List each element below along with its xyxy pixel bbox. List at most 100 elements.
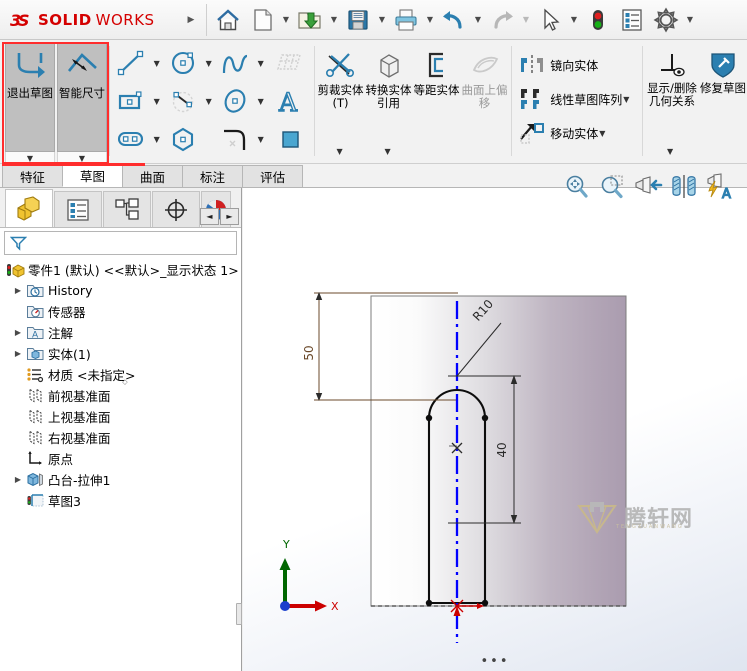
circle-tool-button[interactable] [164,45,202,81]
zoom-to-area-button[interactable] [597,172,627,202]
zoom-to-fit-button[interactable] [561,172,591,202]
section-view-button[interactable] [669,172,699,202]
print-dropdown[interactable]: ▼ [423,15,437,24]
spline-tool-dropdown[interactable]: ▼ [254,59,268,68]
tree-expand-arrow[interactable]: ▶ [11,349,25,358]
arc-tool-button[interactable] [164,83,202,119]
tree-item-front-plane[interactable]: 前视基准面 [3,385,241,406]
panel-tab-next-button[interactable]: ► [220,208,239,225]
linear-sketch-pattern-button[interactable]: 线性草图阵列 ▼ [517,82,636,116]
polygon-icon [172,127,193,152]
area-hatch-button[interactable] [268,121,312,157]
tree-item-sketch3[interactable]: 草图3 [3,490,241,511]
options-button[interactable]: ▼ [649,0,697,40]
undo-dropdown[interactable]: ▼ [471,15,485,24]
mirror-entities-button[interactable]: 镜向实体 [517,48,598,82]
spline-tool-button[interactable] [216,45,254,81]
exit-sketch-button[interactable]: 退出草图 ▼ [5,40,55,166]
ribbon-group-modify: 剪裁实体(T) 转换实体引用 等距实体 曲面上偏移 ▼ ▼ [317,40,509,164]
graphics-viewport[interactable]: 50 40 R10 Y X 腾轩网 TENGXUANWANG [243,188,747,671]
watermark-subtext: TENGXUANWANG [616,524,684,530]
boss-extrude-icon [25,471,46,489]
tree-item-solid-bodies[interactable]: ▶ 实体(1) [3,343,241,364]
panel-tab-prev-button[interactable]: ◄ [200,208,219,225]
redo-dropdown[interactable]: ▼ [519,15,533,24]
undo-button[interactable]: ▼ [437,0,485,40]
relations-flyout[interactable]: ▼ [667,147,673,156]
tree-item-boss-extrude[interactable]: ▶ 凸台-拉伸1 [3,469,241,490]
open-file-dropdown[interactable]: ▼ [327,15,341,24]
select-dropdown[interactable]: ▼ [567,15,581,24]
sketch-fillet-button[interactable] [216,121,254,157]
linear-sketch-pattern-dropdown[interactable]: ▼ [622,95,636,104]
options-list-button[interactable] [615,0,649,40]
trim-entities-button[interactable]: 剪裁实体(T) [317,44,365,110]
offset-on-surface-button[interactable]: 曲面上偏移 [461,44,509,110]
tree-item-sensors[interactable]: ▶ 传感器 [3,301,241,322]
convert-entities-flyout[interactable]: ▼ [385,147,391,156]
configuration-manager-tab[interactable] [103,191,151,227]
tree-item-top-plane[interactable]: 上视基准面 [3,406,241,427]
tree-item-part-root[interactable]: 零件1 (默认) <<默认>_显示状态 1> [3,259,241,280]
line-tool-dropdown[interactable]: ▼ [150,59,164,68]
previous-view-button[interactable] [633,172,663,202]
redo-button[interactable]: ▼ [485,0,533,40]
slot-tool-button[interactable] [112,121,150,157]
print-button[interactable]: ▼ [389,0,437,40]
select-button[interactable]: ▼ [533,0,581,40]
rectangle-tool-dropdown[interactable]: ▼ [150,97,164,106]
circle-tool-dropdown[interactable]: ▼ [202,59,216,68]
offset-entities-button[interactable]: 等距实体 [413,44,461,97]
tab-surfaces[interactable]: 曲面 [122,165,184,187]
tree-expand-arrow[interactable]: ▶ [11,286,25,295]
new-document-dropdown[interactable]: ▼ [279,15,293,24]
options-dropdown[interactable]: ▼ [683,15,697,24]
sketch-pattern-button[interactable] [268,45,312,81]
tab-annotation[interactable]: 标注 [182,165,244,187]
tree-item-history[interactable]: ▶ History [3,280,241,301]
convert-entities-button[interactable]: 转换实体引用 [365,44,413,110]
smart-dimension-button[interactable]: 智能尺寸 ▼ [57,40,107,166]
tree-filter-input[interactable] [4,231,237,255]
repair-sketch-button[interactable]: 修复草图 [699,44,747,95]
tab-sketch[interactable]: 草图 [62,164,124,187]
panel-collapse-handle[interactable]: ◇ [118,378,132,386]
sketch-text-button[interactable]: A [268,83,312,119]
property-manager-tab[interactable] [54,191,102,227]
display-delete-relations-button[interactable]: 显示/删除几何关系 [645,44,699,108]
rebuild-button[interactable] [581,0,615,40]
open-file-button[interactable]: ▼ [293,0,341,40]
tree-item-annotations[interactable]: ▶ A 注解 [3,322,241,343]
svg-text:A: A [32,331,39,341]
trim-entities-flyout[interactable]: ▼ [337,147,343,156]
dimxpert-manager-tab[interactable] [152,191,200,227]
polygon-tool-button[interactable] [164,121,202,157]
rectangle-tool-button[interactable] [112,83,150,119]
menu-expand-arrow[interactable]: ▶ [180,15,202,25]
tab-evaluate[interactable]: 评估 [242,165,304,187]
move-entities-dropdown[interactable]: ▼ [598,129,612,138]
new-document-button[interactable]: ▼ [245,0,293,40]
tree-expand-arrow[interactable]: ▶ [11,475,25,484]
slot-icon [117,131,143,147]
tree-item-right-plane[interactable]: 右视基准面 [3,427,241,448]
area-hatch-icon [282,131,299,148]
toolbar-divider [206,3,207,36]
panel-splitter-handle[interactable] [236,603,242,625]
save-dropdown[interactable]: ▼ [375,15,389,24]
tab-features[interactable]: 特征 [2,165,64,187]
view-orientation-button[interactable]: A [705,172,735,202]
move-entities-button[interactable]: 移动实体 ▼ [517,116,612,150]
tree-item-origin[interactable]: 原点 [3,448,241,469]
tree-expand-arrow[interactable]: ▶ [11,328,25,337]
slot-tool-dropdown[interactable]: ▼ [150,135,164,144]
line-tool-button[interactable] [112,45,150,81]
sketch-fillet-dropdown[interactable]: ▼ [254,135,268,144]
feature-manager-tab[interactable] [5,189,53,227]
home-button[interactable] [211,0,245,40]
sketch-tool-row: ▼ ▼ ▼ [112,120,312,158]
arc-tool-dropdown[interactable]: ▼ [202,97,216,106]
save-button[interactable]: ▼ [341,0,389,40]
ellipse-tool-dropdown[interactable]: ▼ [254,97,268,106]
ellipse-tool-button[interactable] [216,83,254,119]
